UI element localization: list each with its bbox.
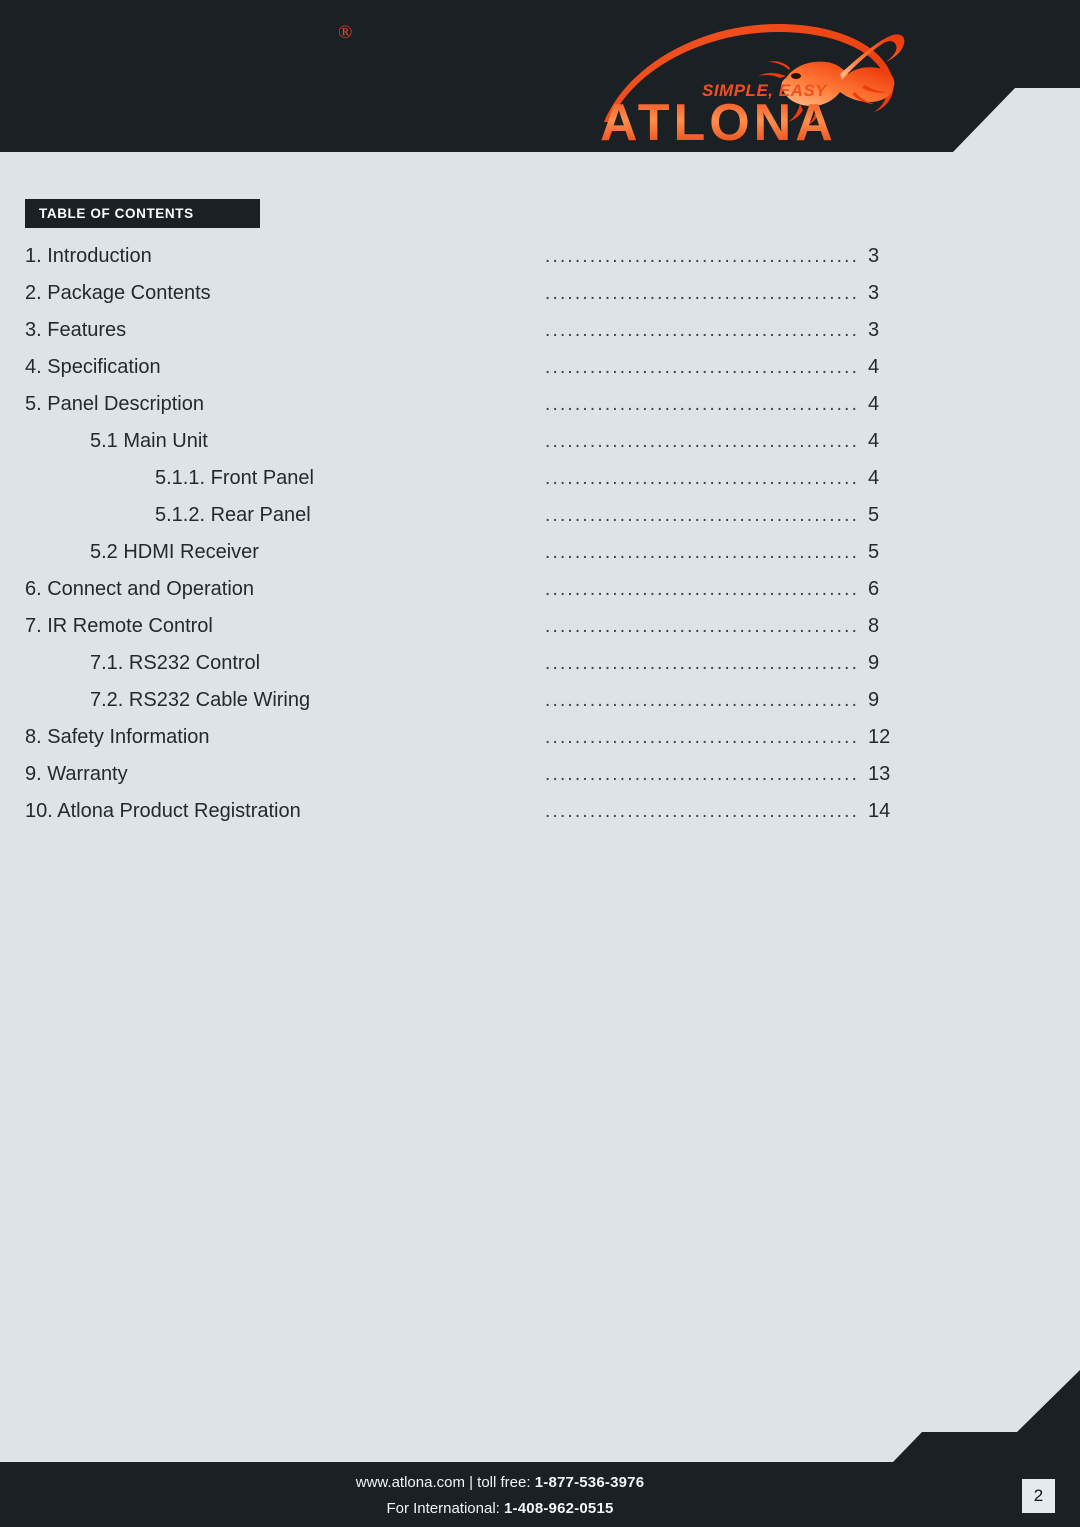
logo-wordmark: ATLONA bbox=[600, 94, 837, 148]
footer-line-1: www.atlona.com | toll free: 1-877-536-39… bbox=[0, 1470, 1000, 1496]
toc-entry-page-number: 8 bbox=[868, 615, 880, 637]
toc-dot-leader: ........................................… bbox=[545, 653, 857, 674]
toc-dot-leader: ........................................… bbox=[545, 505, 857, 526]
footer-international-label: For International: bbox=[386, 1500, 504, 1517]
toc-entry-label: 8. Safety Information bbox=[25, 726, 210, 748]
toc-entry-page-number: 3 bbox=[868, 319, 880, 341]
toc-entry[interactable]: 9. Warranty.............................… bbox=[0, 756, 1080, 793]
toc-entry[interactable]: 2. Package Contents.....................… bbox=[0, 275, 1080, 312]
toc-entry-label: 1. Introduction bbox=[25, 245, 152, 267]
toc-entry-label: 2. Package Contents bbox=[25, 282, 211, 304]
page-header: SIMPLE, EASY ATLONA ® bbox=[0, 0, 1080, 152]
toc-entry[interactable]: 7.1. RS232 Control......................… bbox=[0, 645, 1080, 682]
toc-dot-leader: ........................................… bbox=[545, 616, 857, 637]
toc-dot-leader: ........................................… bbox=[545, 431, 857, 452]
toc-entry-page-number: 4 bbox=[868, 430, 880, 452]
toc-entry-label: 6. Connect and Operation bbox=[25, 578, 255, 600]
registered-trademark-icon: ® bbox=[338, 22, 353, 43]
toc-entry-page-number: 4 bbox=[868, 356, 880, 378]
toc-entry-label: 5. Panel Description bbox=[25, 393, 204, 415]
toc-entry-page-number: 4 bbox=[868, 467, 880, 489]
toc-entry-page-number: 5 bbox=[868, 504, 880, 526]
footer-tollfree-number: 1-877-536-3976 bbox=[534, 1474, 645, 1491]
atlona-logo: SIMPLE, EASY ATLONA bbox=[590, 18, 1010, 148]
table-of-contents-heading: TABLE OF CONTENTS bbox=[25, 199, 260, 228]
toc-dot-leader: ........................................… bbox=[545, 394, 857, 415]
toc-dot-leader: ........................................… bbox=[545, 542, 857, 563]
toc-entry-page-number: 9 bbox=[868, 689, 880, 711]
toc-entry[interactable]: 5. Panel Description....................… bbox=[0, 386, 1080, 423]
toc-entry[interactable]: 8. Safety Information...................… bbox=[0, 719, 1080, 756]
footer-line-2: For International: 1-408-962-0515 bbox=[0, 1496, 1000, 1522]
toc-entry-label: 5.1.2. Rear Panel bbox=[155, 504, 311, 526]
table-of-contents-list: 1. Introduction.........................… bbox=[0, 238, 1080, 830]
atlona-logo-svg: SIMPLE, EASY ATLONA bbox=[600, 24, 905, 148]
logo-lizard-head bbox=[758, 61, 790, 78]
toc-entry-label: 5.1 Main Unit bbox=[90, 430, 208, 452]
toc-entry-label: 5.2 HDMI Receiver bbox=[90, 541, 259, 563]
toc-entry-label: 4. Specification bbox=[25, 356, 161, 378]
toc-entry[interactable]: 7. IR Remote Control....................… bbox=[0, 608, 1080, 645]
toc-dot-leader: ........................................… bbox=[545, 764, 857, 785]
page-number-badge: 2 bbox=[1022, 1479, 1055, 1513]
toc-entry-page-number: 13 bbox=[868, 763, 891, 785]
toc-entry[interactable]: 3. Features.............................… bbox=[0, 312, 1080, 349]
toc-dot-leader: ........................................… bbox=[545, 801, 857, 822]
toc-entry-page-number: 6 bbox=[868, 578, 880, 600]
toc-dot-leader: ........................................… bbox=[545, 283, 857, 304]
toc-entry[interactable]: 4. Specification........................… bbox=[0, 349, 1080, 386]
toc-entry-label: 9. Warranty bbox=[25, 763, 128, 785]
footer-website-tollfree-label: www.atlona.com | toll free: bbox=[355, 1474, 535, 1491]
toc-entry[interactable]: 5.1.2. Rear Panel.......................… bbox=[0, 497, 1080, 534]
toc-entry-label: 10. Atlona Product Registration bbox=[25, 800, 301, 822]
toc-entry-page-number: 5 bbox=[868, 541, 880, 563]
toc-entry-label: 7.2. RS232 Cable Wiring bbox=[90, 689, 311, 711]
toc-dot-leader: ........................................… bbox=[545, 246, 857, 267]
toc-dot-leader: ........................................… bbox=[545, 320, 857, 341]
toc-entry-label: 7.1. RS232 Control bbox=[90, 652, 261, 674]
toc-dot-leader: ........................................… bbox=[545, 468, 857, 489]
toc-entry-page-number: 4 bbox=[868, 393, 880, 415]
toc-dot-leader: ........................................… bbox=[545, 579, 857, 600]
toc-entry-page-number: 9 bbox=[868, 652, 880, 674]
toc-entry-page-number: 3 bbox=[868, 282, 880, 304]
toc-entry[interactable]: 5.1.1. Front Panel......................… bbox=[0, 460, 1080, 497]
footer-international-number: 1-408-962-0515 bbox=[504, 1500, 614, 1517]
logo-lizard-eye bbox=[791, 73, 801, 79]
toc-entry[interactable]: 10. Atlona Product Registration.........… bbox=[0, 793, 1080, 830]
toc-entry[interactable]: 1. Introduction.........................… bbox=[0, 238, 1080, 275]
footer-contact-info: www.atlona.com | toll free: 1-877-536-39… bbox=[0, 1470, 1000, 1522]
toc-entry[interactable]: 5.1 Main Unit...........................… bbox=[0, 423, 1080, 460]
toc-entry-label: 3. Features bbox=[25, 319, 127, 341]
toc-entry[interactable]: 7.2. RS232 Cable Wiring.................… bbox=[0, 682, 1080, 719]
toc-entry[interactable]: 6. Connect and Operation................… bbox=[0, 571, 1080, 608]
toc-dot-leader: ........................................… bbox=[545, 357, 857, 378]
toc-entry-label: 5.1.1. Front Panel bbox=[155, 467, 314, 489]
toc-entry-page-number: 3 bbox=[868, 245, 880, 267]
toc-dot-leader: ........................................… bbox=[545, 690, 857, 711]
toc-dot-leader: ........................................… bbox=[545, 727, 857, 748]
toc-entry-label: 7. IR Remote Control bbox=[25, 615, 213, 637]
toc-entry[interactable]: 5.2 HDMI Receiver.......................… bbox=[0, 534, 1080, 571]
toc-entry-page-number: 12 bbox=[868, 726, 891, 748]
toc-entry-page-number: 14 bbox=[868, 800, 891, 822]
